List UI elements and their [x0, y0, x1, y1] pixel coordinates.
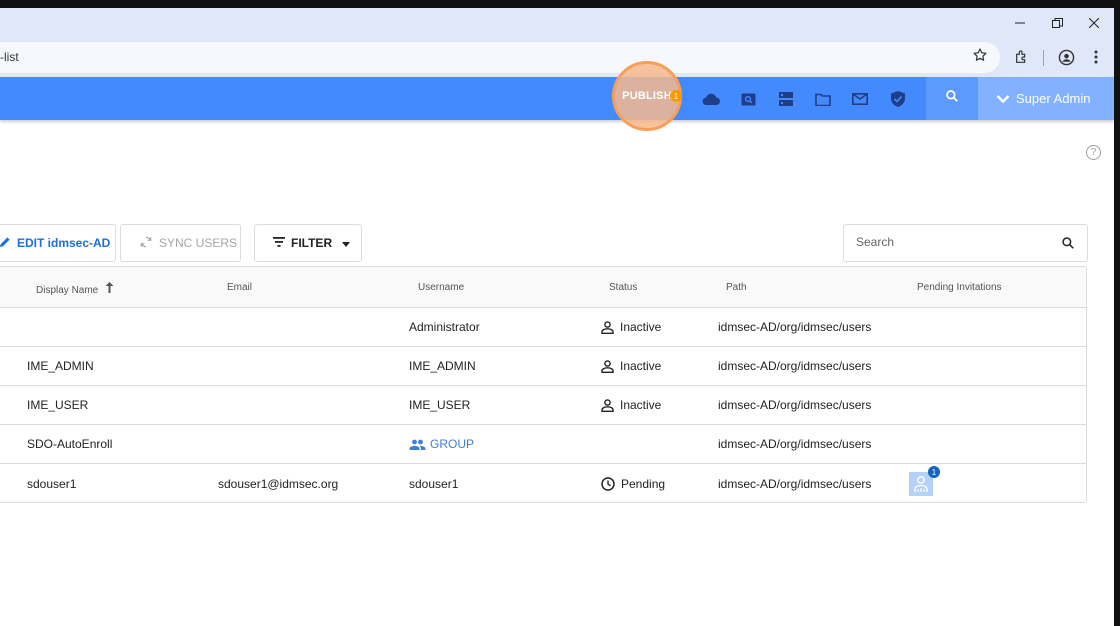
group-icon	[409, 439, 426, 450]
cell-username: IME_USER	[409, 398, 471, 412]
publish-count-badge: 1	[670, 90, 682, 102]
cell-username: sdouser1	[409, 477, 459, 491]
header-search-button[interactable]	[926, 77, 978, 120]
filter-lines-icon	[273, 236, 291, 250]
publish-label: PUBLISH	[622, 90, 672, 102]
edit-directory-label: EDIT idmsec-AD	[17, 236, 111, 250]
close-icon[interactable]	[1075, 8, 1113, 38]
table-row[interactable]: SDO-AutoEnroll GROUP idmsec-AD/org/idmse…	[0, 425, 1086, 464]
shield-check-icon[interactable]	[888, 89, 908, 109]
cell-username: Administrator	[409, 320, 480, 334]
cloud-icon[interactable]	[701, 89, 721, 109]
browser-window: -list Super Admin PUBLISH 1 ? EDIT idmse…	[0, 8, 1114, 626]
sync-icon	[139, 235, 159, 252]
cell-display-name: IME_ADMIN	[27, 359, 94, 373]
column-pending-invitations[interactable]: Pending Invitations	[917, 282, 1002, 293]
cell-display-name: IME_USER	[27, 398, 89, 412]
cell-status: Inactive	[601, 398, 661, 412]
sync-users-label: SYNC USERS	[159, 236, 238, 250]
user-outline-icon	[601, 320, 614, 334]
search-icon	[945, 89, 959, 108]
cell-status: Inactive	[601, 320, 661, 334]
user-outline-icon	[601, 398, 614, 412]
url-text[interactable]: -list	[0, 50, 19, 64]
chevron-down-icon	[996, 94, 1010, 104]
cell-display-name: sdouser1	[27, 477, 77, 491]
cell-path: idmsec-AD/org/idmsec/users	[718, 398, 872, 412]
pending-count-badge: 1	[928, 466, 940, 478]
search-box-icon[interactable]	[738, 89, 758, 109]
sync-users-button[interactable]: SYNC USERS	[120, 224, 241, 262]
title-bar	[0, 8, 1114, 38]
cell-path: idmsec-AD/org/idmsec/users	[718, 359, 872, 373]
table-header: Display Name Email Username Status Path …	[0, 267, 1086, 308]
profile-icon[interactable]	[1052, 43, 1080, 71]
search-field[interactable]	[843, 224, 1088, 262]
column-path[interactable]: Path	[726, 282, 747, 293]
server-icon[interactable]	[776, 89, 796, 109]
user-name: Super Admin	[1016, 91, 1091, 106]
caret-down-icon	[342, 236, 356, 250]
address-row: -list	[0, 38, 1114, 77]
column-status[interactable]: Status	[609, 282, 637, 293]
minimize-icon[interactable]	[1001, 8, 1039, 38]
clock-icon	[601, 477, 615, 491]
column-email[interactable]: Email	[227, 282, 252, 293]
kebab-menu-icon[interactable]	[1082, 43, 1110, 71]
restore-icon[interactable]	[1038, 8, 1076, 38]
filter-label: FILTER	[291, 236, 333, 250]
cell-path: idmsec-AD/org/idmsec/users	[718, 320, 872, 334]
address-bar[interactable]: -list	[0, 42, 1000, 73]
search-input[interactable]	[856, 235, 1046, 249]
sort-ascending-icon[interactable]	[105, 282, 114, 296]
search-icon[interactable]	[1061, 236, 1075, 255]
mail-icon[interactable]	[850, 89, 870, 109]
table-row[interactable]: IME_ADMIN IME_ADMIN Inactive idmsec-AD/o…	[0, 347, 1086, 386]
table-row[interactable]: Administrator Inactive idmsec-AD/org/idm…	[0, 308, 1086, 347]
table-row[interactable]: IME_USER IME_USER Inactive idmsec-AD/org…	[0, 386, 1086, 425]
cell-email: sdouser1@idmsec.org	[218, 477, 339, 491]
column-username[interactable]: Username	[418, 282, 464, 293]
cell-display-name: SDO-AutoEnroll	[27, 437, 113, 451]
cell-path: idmsec-AD/org/idmsec/users	[718, 477, 872, 491]
pencil-icon	[0, 236, 17, 251]
cell-status: Inactive	[601, 359, 661, 373]
group-link[interactable]: GROUP	[409, 437, 474, 451]
folder-icon[interactable]	[813, 89, 833, 109]
filter-button[interactable]: FILTER	[254, 224, 362, 262]
user-outline-icon	[601, 359, 614, 373]
toolbar-divider	[1043, 50, 1044, 66]
cell-status: Pending	[601, 477, 665, 491]
cell-username: IME_ADMIN	[409, 359, 476, 373]
extensions-icon[interactable]	[1008, 43, 1036, 71]
user-menu-button[interactable]: Super Admin	[978, 77, 1114, 120]
column-display-name[interactable]: Display Name	[36, 282, 114, 296]
help-icon[interactable]: ?	[1086, 145, 1101, 160]
table-row[interactable]: sdouser1 sdouser1@idmsec.org sdouser1 Pe…	[0, 464, 1086, 502]
edit-directory-button[interactable]: EDIT idmsec-AD	[0, 224, 116, 262]
cell-path: idmsec-AD/org/idmsec/users	[718, 437, 872, 451]
bookmark-star-icon[interactable]	[972, 47, 988, 68]
users-table: Display Name Email Username Status Path …	[0, 266, 1087, 503]
